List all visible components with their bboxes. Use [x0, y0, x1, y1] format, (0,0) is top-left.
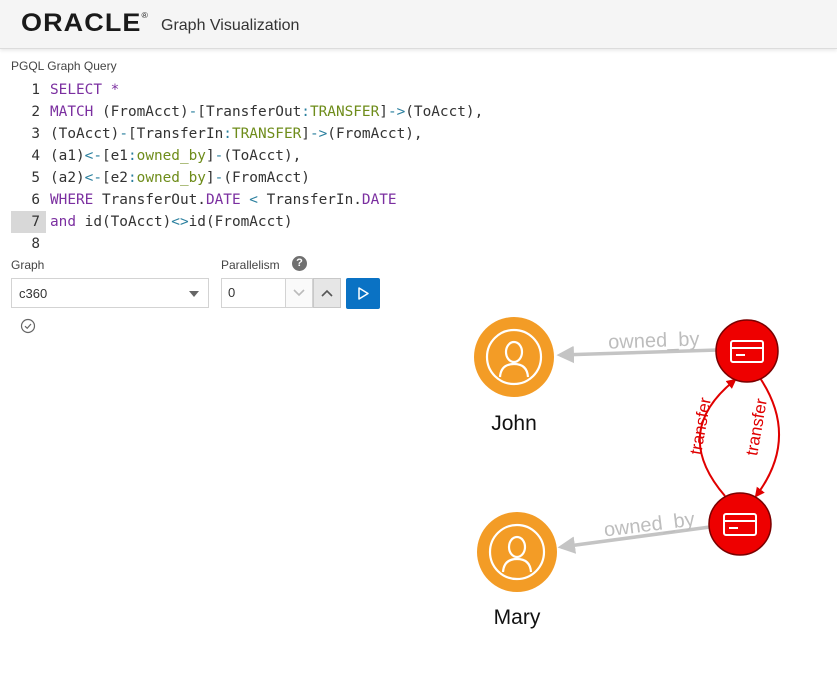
node-label-john: John [491, 412, 537, 435]
edge-owned-by-bottom[interactable]: owned_by [557, 509, 711, 554]
node-john[interactable] [474, 317, 554, 397]
node-label-mary: Mary [494, 606, 541, 629]
edge-transfer-left[interactable]: transfer [686, 378, 737, 497]
edge-owned-by-top[interactable]: owned_by [556, 328, 719, 364]
edge-label: owned_by [608, 328, 700, 353]
node-mary[interactable] [477, 512, 557, 592]
edge-label: transfer [742, 397, 771, 457]
graph-canvas[interactable]: owned_by owned_by transfer transfer John… [0, 0, 837, 676]
node-account-top[interactable] [715, 319, 779, 383]
edge-transfer-right[interactable]: transfer [742, 377, 780, 498]
node-account-bottom[interactable] [708, 492, 772, 556]
edge-label: transfer [686, 396, 715, 456]
